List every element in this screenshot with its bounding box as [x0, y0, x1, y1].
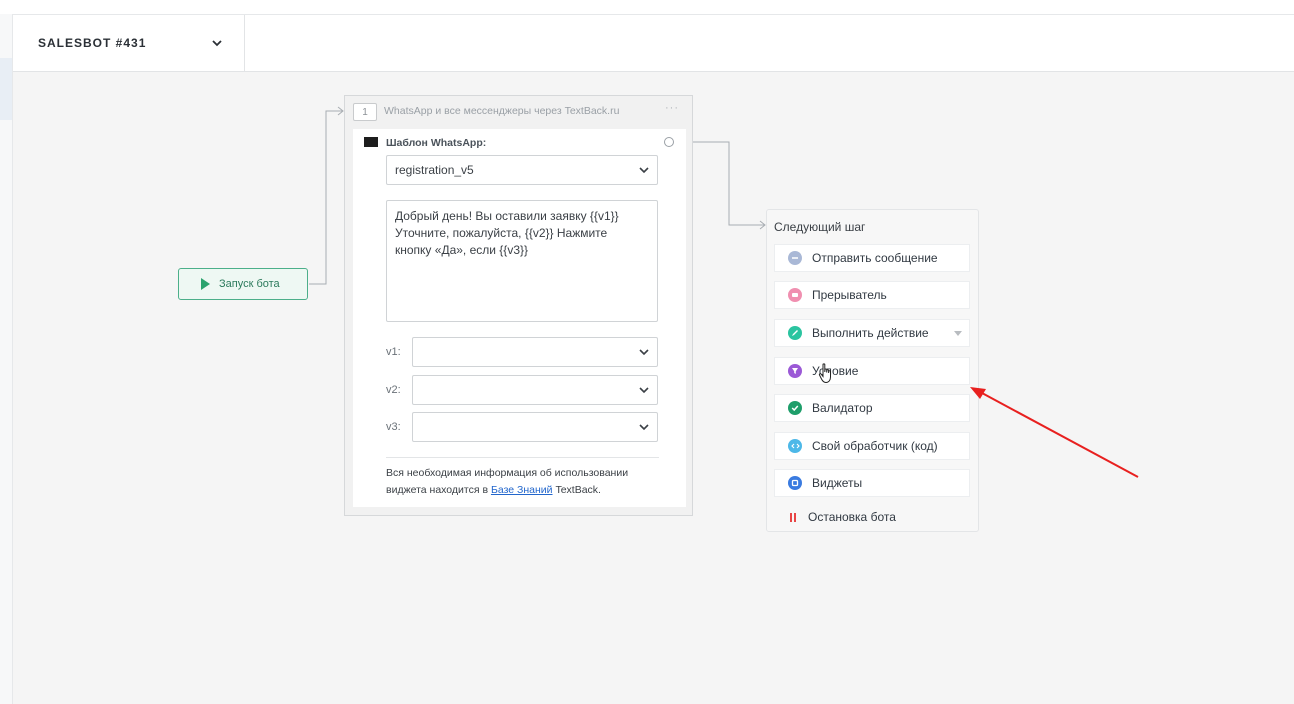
annotation-arrow [970, 387, 1139, 478]
